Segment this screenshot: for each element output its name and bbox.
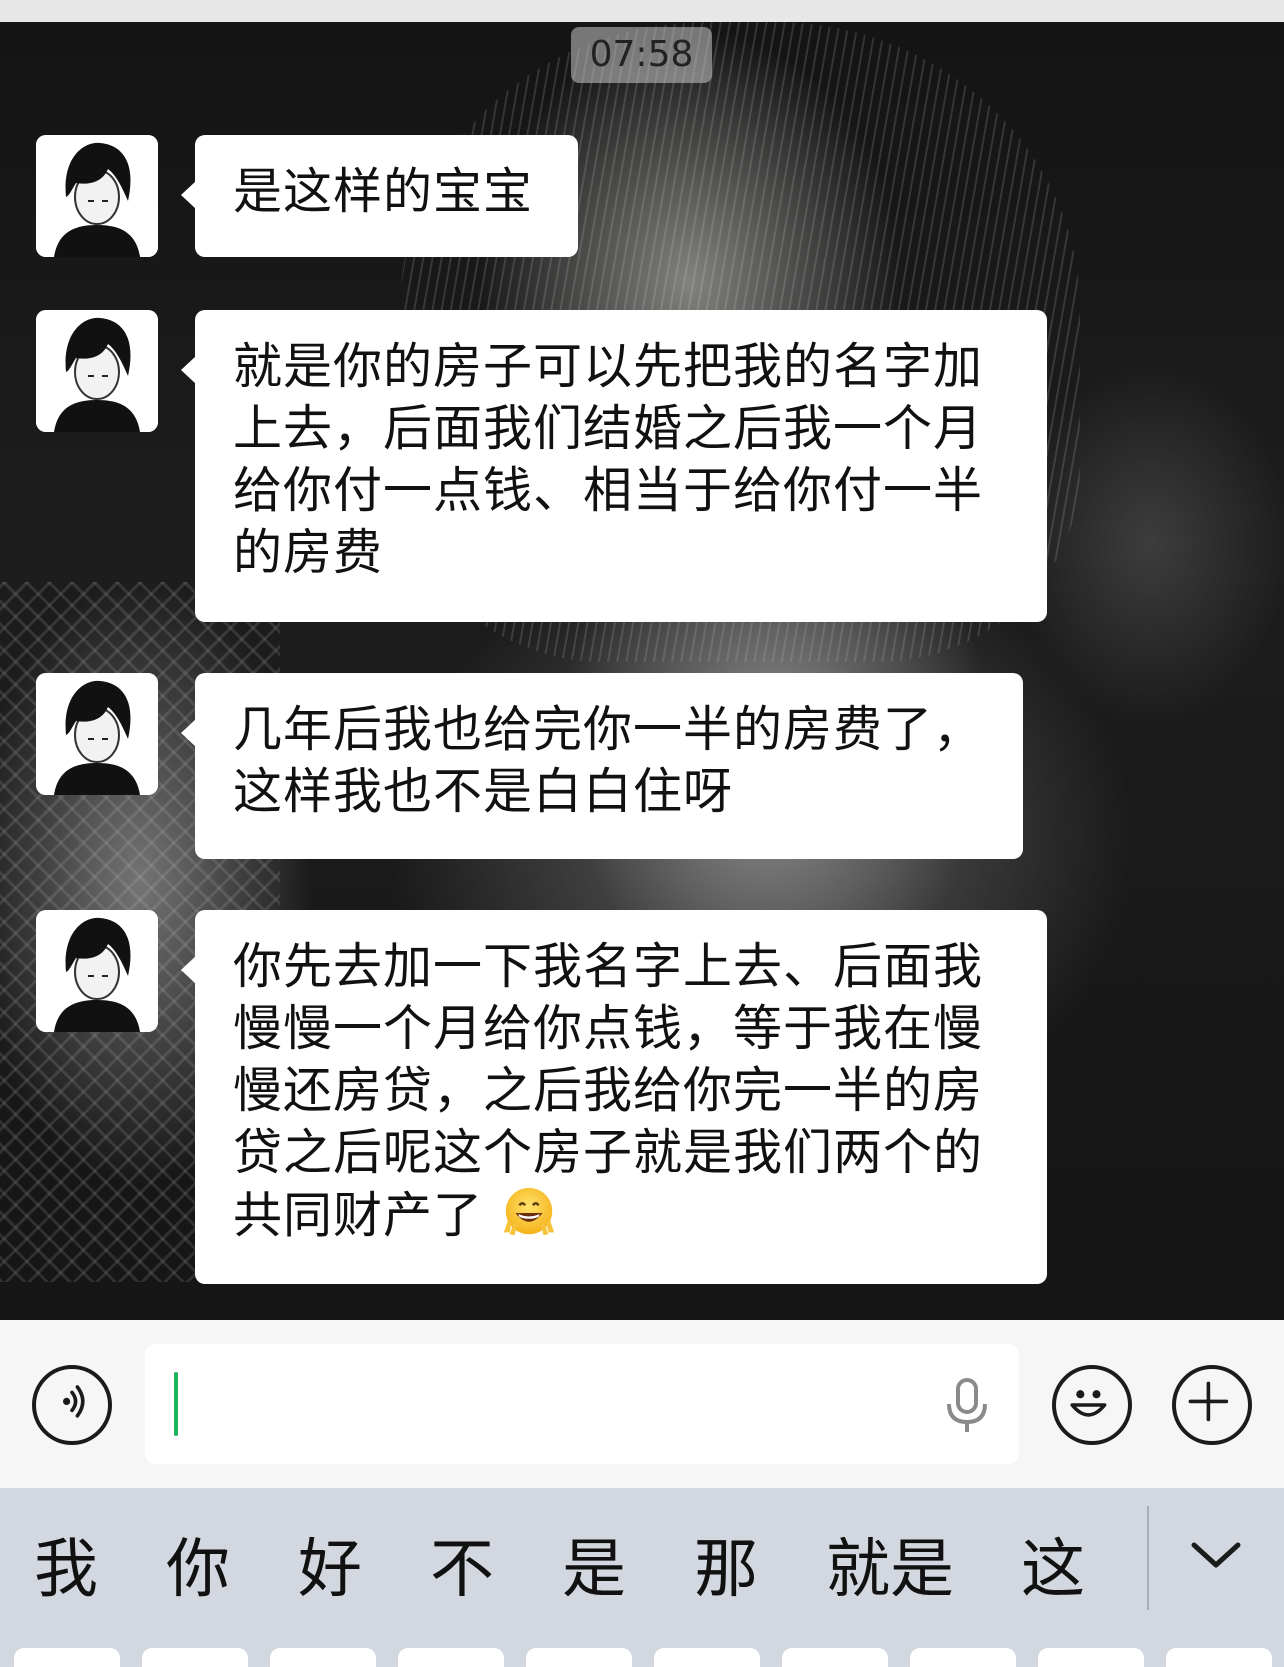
voice-icon	[63, 1385, 85, 1418]
avatar-portrait-icon	[36, 673, 158, 795]
message-timestamp: 07:58	[571, 27, 712, 83]
keyboard-key[interactable]	[398, 1648, 504, 1667]
keyboard-key[interactable]	[526, 1648, 632, 1667]
suggestion-item[interactable]: 你	[166, 1530, 230, 1610]
keyboard-key[interactable]	[14, 1648, 120, 1667]
suggestion-item[interactable]: 我	[34, 1530, 98, 1610]
message-input[interactable]	[145, 1344, 1019, 1464]
sender-avatar[interactable]	[36, 135, 158, 257]
message-line: 的房费	[233, 524, 384, 581]
avatar-portrait-icon	[36, 310, 158, 432]
sender-avatar[interactable]	[36, 910, 158, 1032]
message-line: 你先去加一下我名字上去、后面我	[233, 938, 984, 995]
message-bubble[interactable]: 几年后我也给完你一半的房费了， 这样我也不是白白住呀	[181, 673, 1023, 859]
sender-avatar[interactable]	[36, 673, 158, 795]
keyboard-key[interactable]	[782, 1648, 888, 1667]
plus-icon	[1188, 1381, 1229, 1422]
keyboard-key[interactable]	[142, 1648, 248, 1667]
message-bubble[interactable]: 你先去加一下我名字上去、后面我 慢慢一个月给你点钱，等于我在慢 慢还房贷，之后我…	[181, 910, 1047, 1284]
chevron-down-icon[interactable]	[1190, 1535, 1242, 1575]
message-line-text: 共同财产了	[233, 1187, 484, 1244]
suggestion-item[interactable]: 是	[562, 1530, 626, 1610]
message-bubble[interactable]: 是这样的宝宝	[181, 135, 578, 257]
message-line: 几年后我也给完你一半的房费了，	[233, 701, 984, 758]
emoji-button[interactable]	[1052, 1365, 1132, 1445]
suggestion-item[interactable]: 这	[1021, 1530, 1085, 1610]
keyboard-key[interactable]	[1038, 1648, 1144, 1667]
microphone-icon[interactable]	[945, 1378, 989, 1434]
suggestion-divider	[1147, 1506, 1149, 1610]
keyboard-key[interactable]	[270, 1648, 376, 1667]
message-text: 是这样的宝宝	[233, 163, 534, 220]
suggestion-item[interactable]: 好	[298, 1530, 362, 1610]
suggestion-item[interactable]: 不	[430, 1530, 494, 1610]
sender-avatar[interactable]	[36, 310, 158, 432]
message-bubble[interactable]: 就是你的房子可以先把我的名字加 上去，后面我们结婚之后我一个月 给你付一点钱、相…	[181, 310, 1047, 622]
more-actions-button[interactable]	[1172, 1365, 1252, 1445]
message-line: 这样我也不是白白住呀	[233, 763, 734, 820]
keyboard-key[interactable]	[654, 1648, 760, 1667]
keyboard-key[interactable]	[1166, 1648, 1272, 1667]
keyboard-key[interactable]	[910, 1648, 1016, 1667]
message-line: 就是你的房子可以先把我的名字加	[233, 338, 984, 395]
victory-grin-emoji-icon	[503, 1187, 554, 1236]
emoji-icon	[1070, 1390, 1107, 1417]
message-line: 慢慢一个月给你点钱，等于我在慢	[233, 1000, 984, 1057]
message-line: 慢还房贷，之后我给你完一半的房	[233, 1062, 984, 1119]
voice-mode-button[interactable]	[32, 1365, 112, 1445]
message-line: 共同财产了	[233, 1184, 1009, 1247]
avatar-portrait-icon	[36, 910, 158, 1032]
message-line: 上去，后面我们结婚之后我一个月	[233, 400, 984, 457]
message-line: 贷之后呢这个房子就是我们两个的	[233, 1124, 984, 1181]
text-cursor	[174, 1372, 178, 1436]
status-strip	[0, 0, 1284, 22]
avatar-portrait-icon	[36, 135, 158, 257]
message-line: 给你付一点钱、相当于给你付一半	[233, 462, 984, 519]
suggestion-item[interactable]: 那	[694, 1530, 758, 1610]
suggestion-item[interactable]: 就是	[826, 1530, 954, 1610]
